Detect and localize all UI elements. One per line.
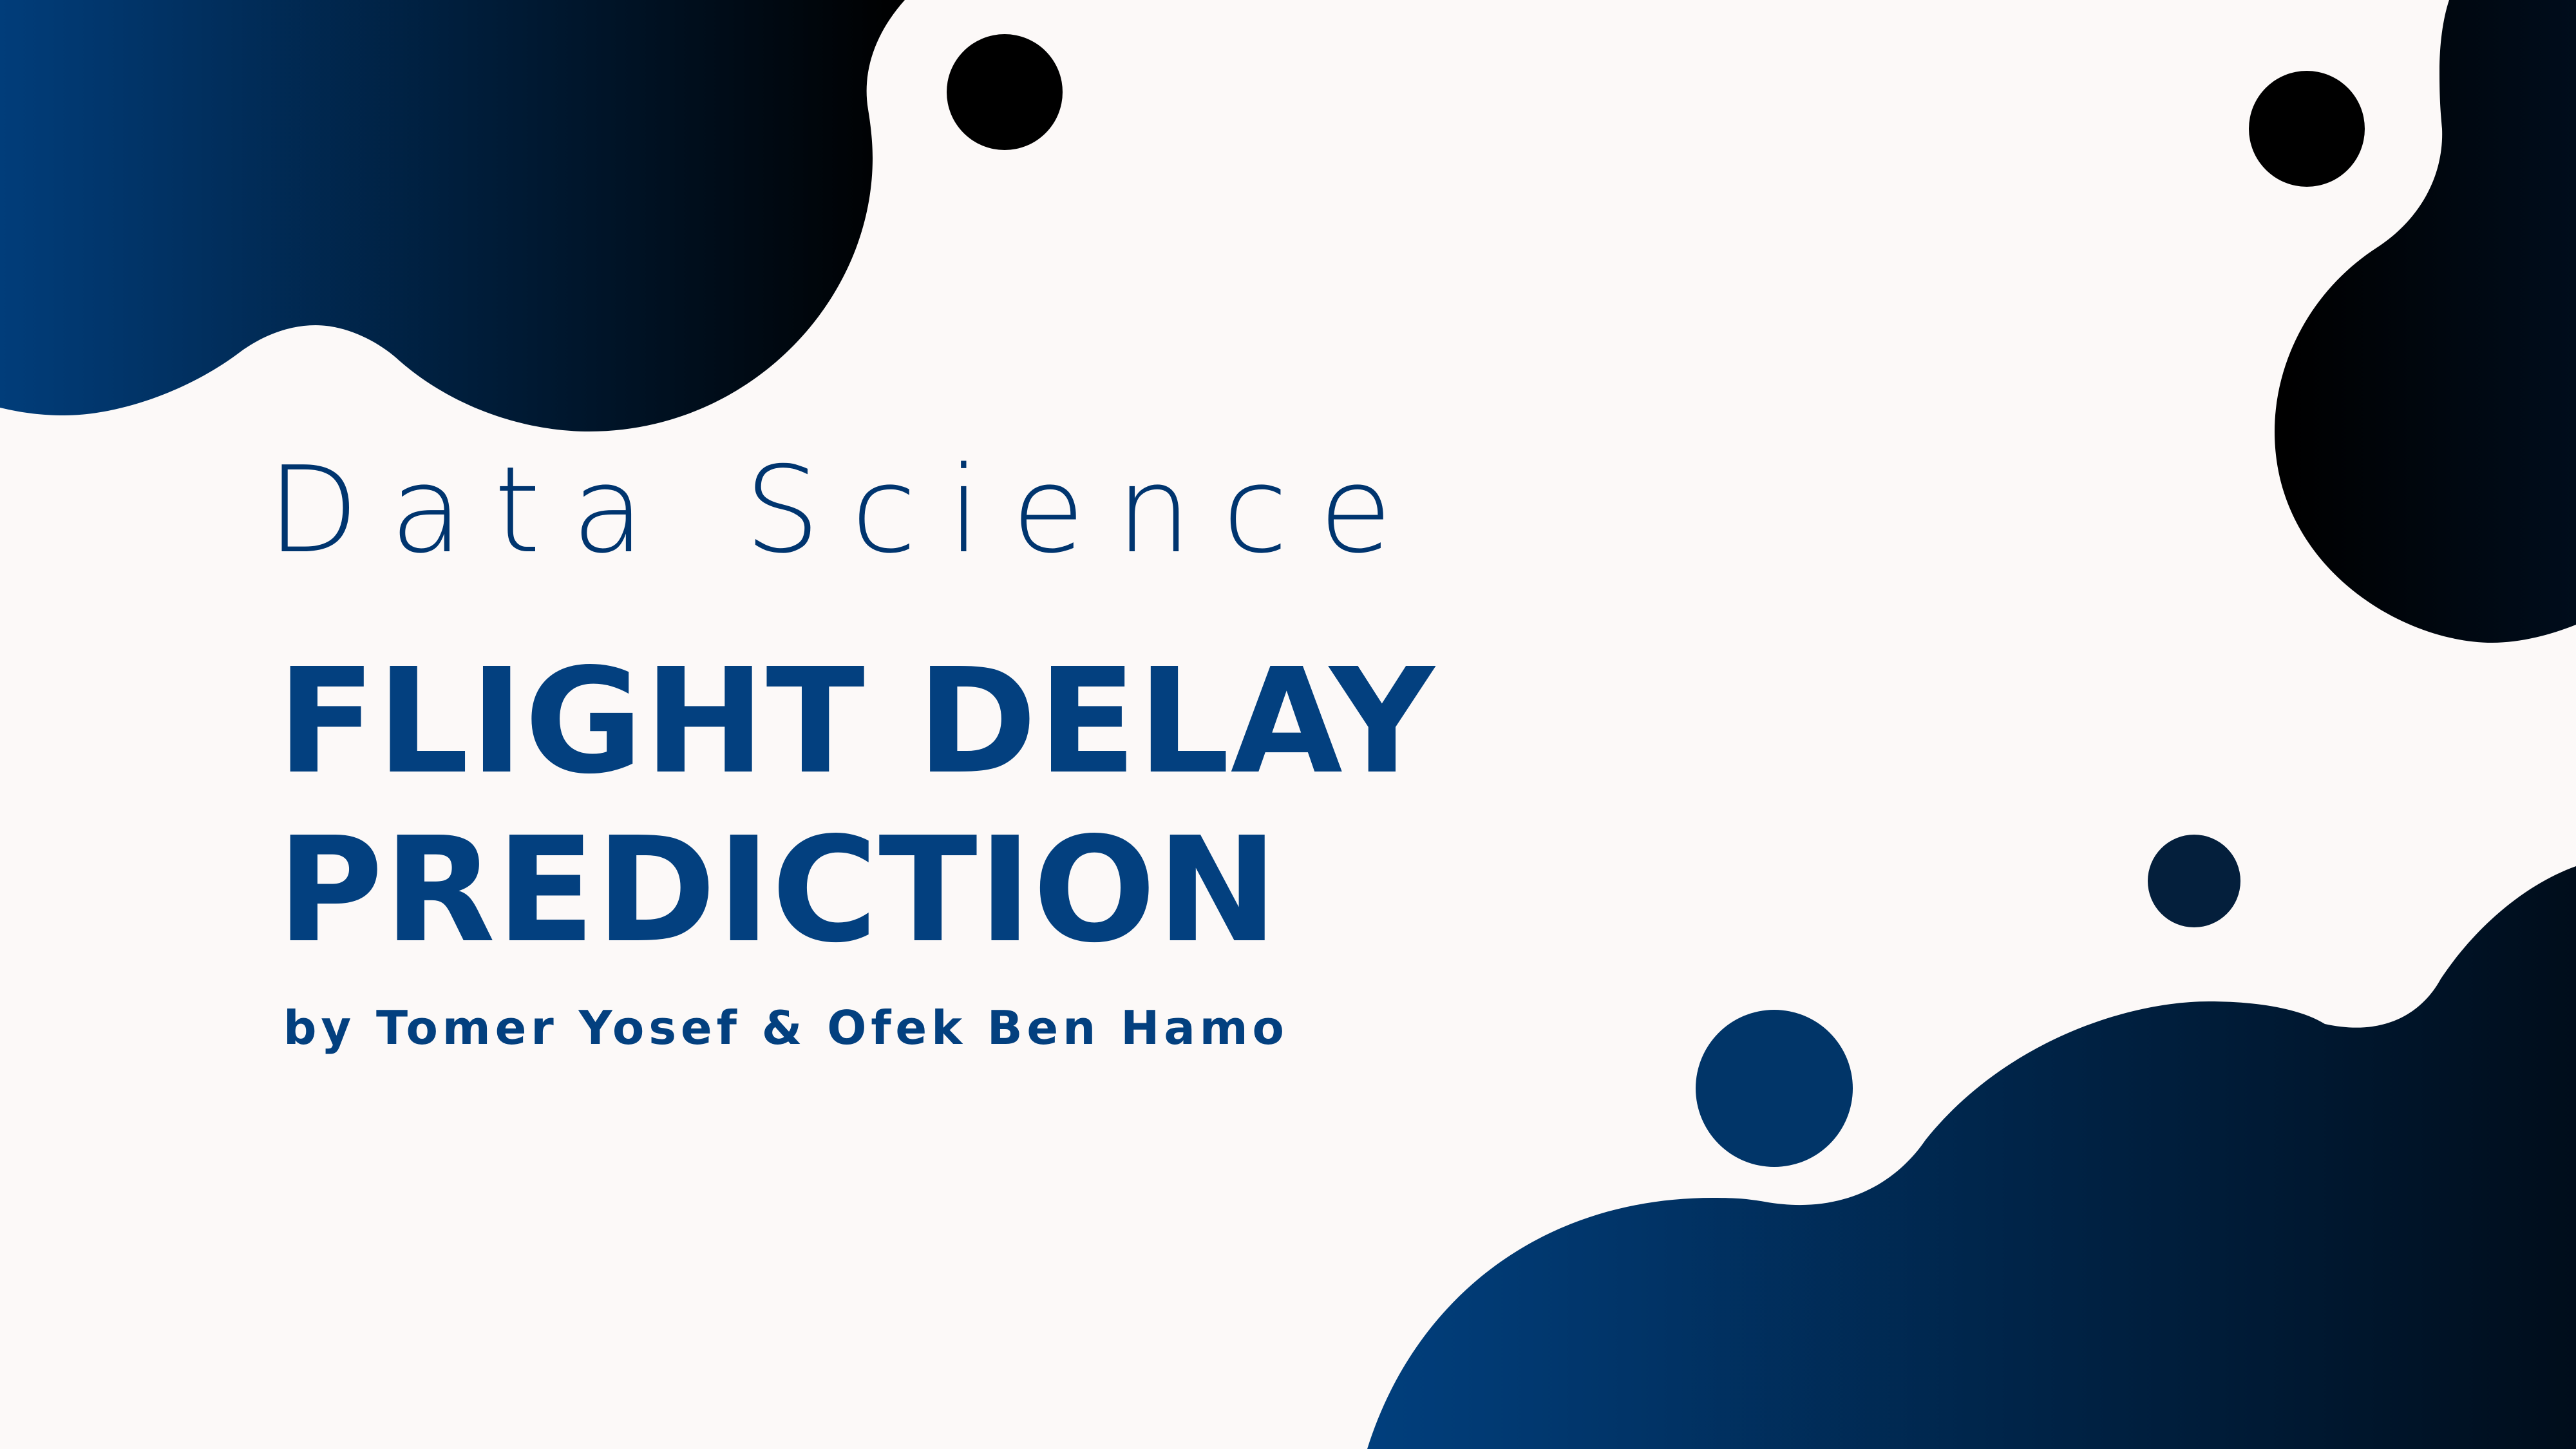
decorative-dot [2148,835,2240,927]
slide-title: FLIGHT DELAY PREDICTION [277,638,1435,975]
section-kicker: Data Science [267,440,1423,580]
decorative-dot [2249,71,2365,187]
bottom-right-blob-shape [1367,866,2576,1449]
decorative-dot [947,34,1063,150]
decorative-dot [1696,1010,1853,1167]
author-byline: by Tomer Yosef & Ofek Ben Hamo [283,1001,1289,1055]
title-line-1: FLIGHT DELAY [277,638,1435,806]
top-left-blob-shape [0,0,905,431]
title-line-2: PREDICTION [277,806,1279,975]
